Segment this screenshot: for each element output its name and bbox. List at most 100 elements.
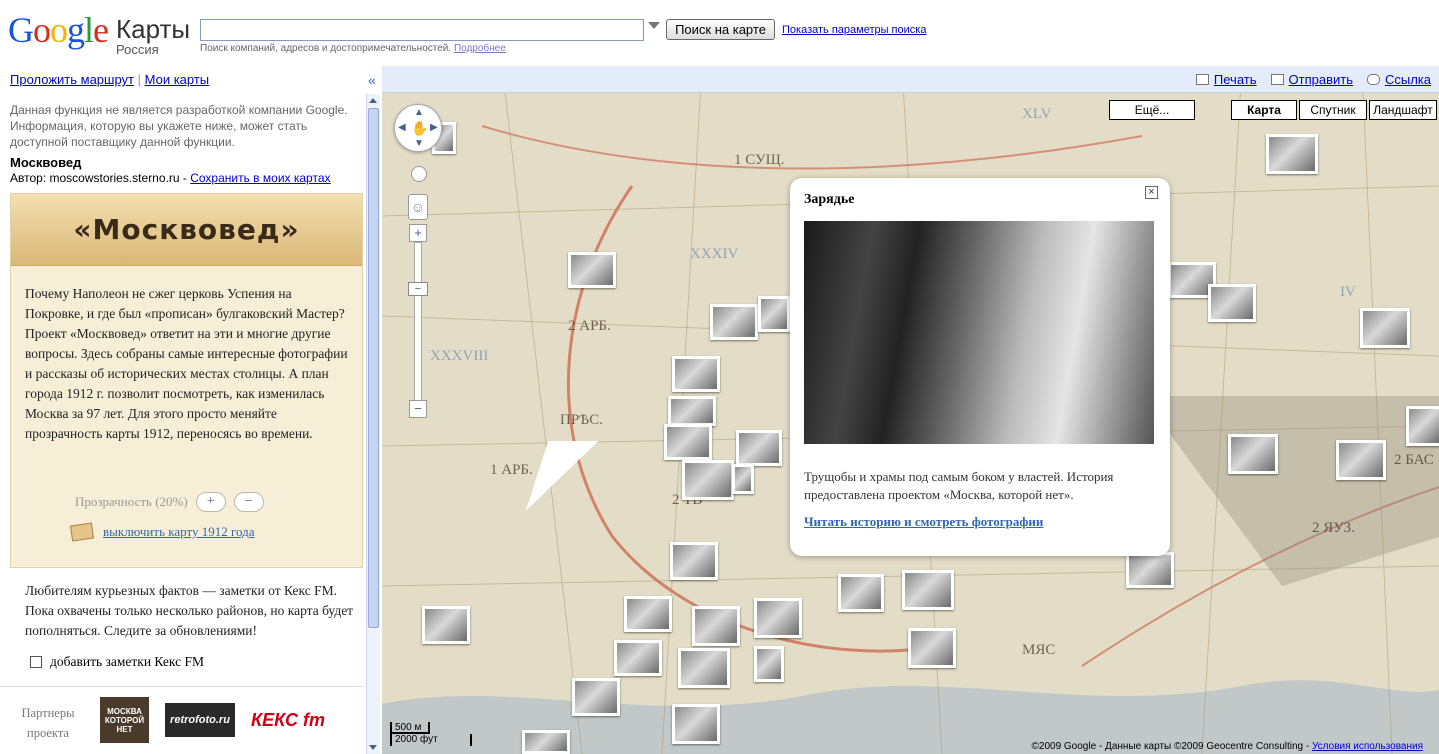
zoom-slider-track[interactable] [414,242,422,402]
photo-marker[interactable] [672,704,720,744]
save-to-my-maps-link[interactable]: Сохранить в моих картах [190,171,330,185]
map-title: Москвовед [10,155,82,170]
photo-marker[interactable] [624,596,672,632]
map-type-satellite-button[interactable]: Спутник [1299,100,1367,120]
photo-marker[interactable] [710,304,758,340]
scale-imperial: 2000 фут [390,734,472,746]
photo-marker[interactable] [1406,406,1439,446]
google-logo[interactable]: Google [8,10,109,50]
hand-icon[interactable]: ✋ [411,120,428,137]
photo-marker[interactable] [754,598,802,638]
map-type-map-button[interactable]: Карта [1231,100,1297,120]
copyright-text: ©2009 Google - Данные карты ©2009 Geocen… [1031,741,1312,752]
third-party-notice: Данная функция не является разработкой к… [10,103,348,149]
map-district-label: 1 СУЩ. [734,152,785,168]
photo-marker[interactable] [1228,434,1278,474]
photo-marker[interactable] [1126,552,1174,588]
search-options-link[interactable]: Показать параметры поиска [782,24,926,36]
kex-fm-description: Любителям курьезных фактов — заметки от … [25,583,354,638]
search-hint-more-link[interactable]: Подробнее [454,43,506,54]
map-district-label: МЯС [1022,642,1055,658]
send-action[interactable]: Отправить [1270,72,1353,87]
search-history-dropdown-icon[interactable] [648,22,660,29]
disable-1912-map-link[interactable]: выключить карту 1912 года [103,524,255,540]
photo-marker[interactable] [1266,134,1318,174]
kex-fm-checkbox[interactable] [30,656,42,668]
photo-marker[interactable] [614,640,662,676]
photo-marker[interactable] [692,606,740,646]
close-icon[interactable]: × [1145,186,1158,199]
route-link[interactable]: Проложить маршрут [10,72,134,87]
photo-marker[interactable] [908,628,956,668]
photo-marker[interactable] [736,430,782,466]
pan-control[interactable]: ▲ ◀ ▶ ▼ ✋ [394,104,442,152]
search-button[interactable]: Поиск на карте [666,19,775,40]
photo-marker[interactable] [668,396,716,426]
photo-marker[interactable] [838,574,884,612]
print-link[interactable]: Печать [1214,72,1257,87]
search-hint-text: Поиск компаний, адресов и достопримечате… [200,43,452,54]
pan-down-icon[interactable]: ▼ [414,138,424,149]
scroll-down-icon[interactable] [369,745,377,750]
scroll-up-icon[interactable] [369,98,377,103]
moskvoved-card: «Москвовед» Почему Наполеон не сжег церк… [10,193,363,568]
photo-marker[interactable] [672,356,720,392]
partner-logo-moskva-kotoroi-net[interactable]: МОСКВА КОТОРОЙ НЕТ [100,697,149,743]
kex-fm-checkbox-label[interactable]: добавить заметки Кекс FM [50,654,204,670]
envelope-icon [1270,74,1284,85]
photo-marker[interactable] [664,424,712,460]
card-description: Почему Наполеон не сжег церковь Успения … [25,286,348,441]
transparency-plus-button[interactable]: + [195,492,226,512]
photo-marker[interactable] [1360,308,1410,348]
partner-logo-retrofoto[interactable]: retrofoto.ru [165,703,235,737]
photo-marker[interactable] [902,570,954,610]
pan-right-icon[interactable]: ▶ [430,122,438,133]
my-maps-link[interactable]: Мои карты [145,72,210,87]
scale-metric: 500 м [390,722,430,734]
map-type-terrain-button[interactable]: Ландшафт [1369,100,1437,120]
partners-strip: Партнеры проекта МОСКВА КОТОРОЙ НЕТ retr… [0,686,364,754]
photo-marker[interactable] [732,464,754,494]
photo-marker[interactable] [754,646,784,682]
link-link[interactable]: Ссылка [1385,72,1431,87]
more-layers-button[interactable]: Ещё... [1109,100,1195,120]
info-window-title: Зарядье [804,192,855,207]
pan-up-icon[interactable]: ▲ [414,107,424,118]
moskvoved-banner: «Москвовед» [11,194,362,266]
street-view-pegman-icon[interactable]: ☺ [408,194,428,220]
photo-marker[interactable] [678,648,730,688]
photo-marker[interactable] [682,460,734,500]
partner-logo-kex-fm[interactable]: КЕКС fm [247,703,329,737]
map-district-label: XXXIV [690,246,738,262]
photo-marker[interactable] [568,252,616,288]
link-action[interactable]: Ссылка [1366,72,1431,87]
print-action[interactable]: Печать [1195,72,1257,87]
product-name: Карты [116,14,191,44]
terms-link[interactable]: Условия использования [1312,741,1423,752]
map-canvas[interactable]: 1 СУЩ. XXXIV 2 АРБ. XXXVIII ПРѢС. 1 АРБ.… [382,66,1439,754]
author-line: Автор: moscowstories.sterno.ru - Сохрани… [10,171,331,185]
pan-left-icon[interactable]: ◀ [398,122,406,133]
photo-marker[interactable] [422,606,470,644]
photo-marker[interactable] [758,296,790,332]
old-map-scroll-icon [69,522,95,542]
photo-marker[interactable] [1208,284,1256,322]
scrollbar-thumb[interactable] [368,108,379,628]
photo-marker[interactable] [522,730,570,754]
collapse-sidebar-icon[interactable]: « [368,72,376,88]
zoom-out-button[interactable]: − [409,400,427,418]
photo-marker[interactable] [572,678,620,716]
reset-view-button[interactable] [411,166,427,182]
photo-marker[interactable] [670,542,718,580]
send-link[interactable]: Отправить [1289,72,1353,87]
kex-fm-option[interactable]: добавить заметки Кекс FM [30,654,204,670]
printer-icon [1195,74,1209,85]
zoom-slider-knob[interactable]: − [408,282,428,296]
read-story-link[interactable]: Читать историю и смотреть фотографии [804,514,1043,530]
photo-marker[interactable] [1336,440,1386,480]
map-toolbar: Печать Отправить Ссылка [382,66,1439,93]
zoom-in-button[interactable]: + [409,224,427,242]
transparency-minus-button[interactable]: − [233,492,264,512]
search-input[interactable] [200,19,644,41]
sidebar-scrollbar[interactable] [366,94,380,754]
